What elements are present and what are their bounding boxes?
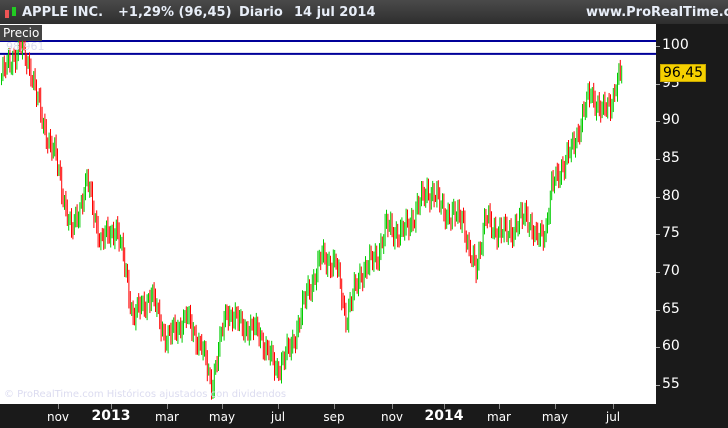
header-bar: APPLE INC. +1,29% (96,45) Diario 14 jul … (0, 0, 728, 24)
y-tick-label: 85 (656, 149, 680, 166)
symbol-name: APPLE INC. (22, 5, 104, 20)
x-tick-mark (444, 404, 445, 409)
candlestick-icon (5, 7, 16, 18)
x-tick-label: 2014 (424, 408, 464, 424)
site-link[interactable]: www.ProRealTime.com (586, 5, 728, 20)
x-tick-label: jul (605, 410, 621, 424)
y-tick-label: 80 (656, 187, 680, 204)
price-chart (0, 32, 656, 400)
x-tick-mark (222, 404, 223, 409)
y-tick-label: 75 (656, 225, 680, 242)
x-tick-mark (613, 404, 614, 409)
x-tick-label: may (541, 410, 569, 424)
y-tick-label: 100 (656, 37, 689, 53)
y-tick-label: 70 (656, 262, 680, 279)
y-tick-label: 90 (656, 112, 680, 129)
y-tick-label: 65 (656, 300, 680, 317)
last-price-badge: 96,45 (660, 64, 707, 82)
period[interactable]: Diario (239, 5, 283, 20)
x-tick-label: jul (270, 410, 286, 424)
date: 14 jul 2014 (294, 5, 376, 20)
chart-window: APPLE INC. +1,29% (96,45) Diario 14 jul … (0, 0, 728, 428)
price-change: +1,29% (96,45) (118, 5, 232, 20)
plot-area[interactable] (0, 24, 656, 404)
panel-label: Precio (0, 25, 43, 41)
x-tick-mark (167, 404, 168, 409)
x-tick-label: nov (380, 410, 404, 424)
x-tick-label: mar (487, 410, 511, 424)
x-tick-mark (392, 404, 393, 409)
x-tick-label: may (208, 410, 236, 424)
x-tick-label: mar (155, 410, 179, 424)
x-tick-label: sep (323, 410, 345, 424)
x-tick-label: nov (46, 410, 70, 424)
x-tick-mark (278, 404, 279, 409)
x-tick-mark (555, 404, 556, 409)
x-tick-mark (499, 404, 500, 409)
y-tick-label: 60 (656, 338, 680, 355)
x-tick-label: 2013 (91, 408, 131, 424)
x-tick-mark (58, 404, 59, 409)
x-tick-mark (334, 404, 335, 409)
y-tick-label: 55 (656, 375, 680, 392)
x-tick-mark (111, 404, 112, 409)
watermark: © ProRealTime.com Históricos ajustados c… (4, 389, 287, 400)
hline-label: 98,961 (6, 40, 45, 53)
